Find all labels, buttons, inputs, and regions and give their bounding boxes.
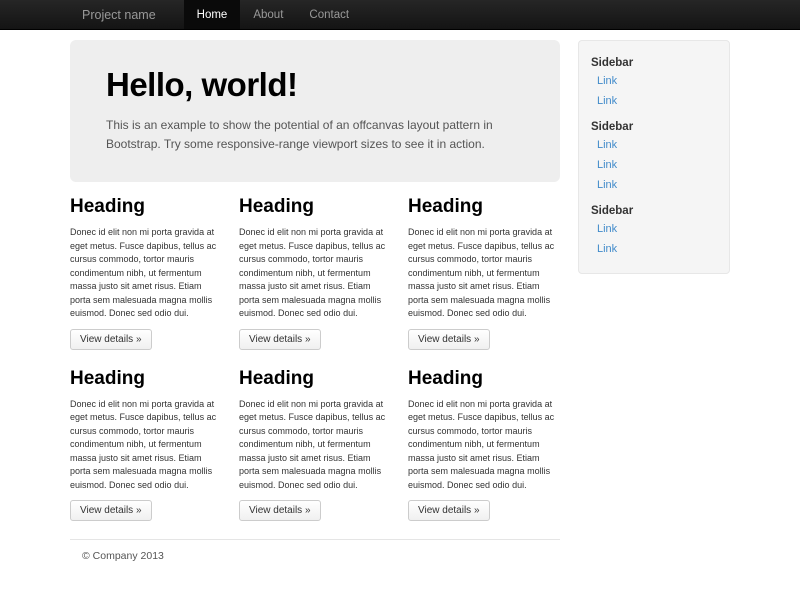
nav-item-home[interactable]: Home <box>184 0 241 29</box>
view-details-button[interactable]: View details » <box>408 329 490 350</box>
jumbotron-title: Hello, world! <box>106 66 524 104</box>
view-details-button[interactable]: View details » <box>239 329 321 350</box>
sidebar-group: Sidebar Link Link Link <box>589 121 719 195</box>
card: Heading Donec id elit non mi porta gravi… <box>70 196 221 350</box>
jumbotron: Hello, world! This is an example to show… <box>70 40 560 182</box>
card-heading: Heading <box>239 196 390 218</box>
card-heading: Heading <box>70 368 221 390</box>
footer-divider <box>70 539 560 540</box>
sidebar-link[interactable]: Link <box>589 71 719 91</box>
view-details-button[interactable]: View details » <box>239 500 321 521</box>
sidebar-group: Sidebar Link Link <box>589 205 719 259</box>
card-heading: Heading <box>70 196 221 218</box>
page-container: Hello, world! This is an example to show… <box>70 40 730 562</box>
card-body: Donec id elit non mi porta gravida at eg… <box>239 398 390 493</box>
main-content: Hello, world! This is an example to show… <box>70 40 560 562</box>
sidebar-link[interactable]: Link <box>589 155 719 175</box>
card-body: Donec id elit non mi porta gravida at eg… <box>239 226 390 321</box>
sidebar-link[interactable]: Link <box>589 219 719 239</box>
cards-row-2: Heading Donec id elit non mi porta gravi… <box>70 368 560 522</box>
footer: © Company 2013 <box>70 539 560 562</box>
view-details-button[interactable]: View details » <box>408 500 490 521</box>
cards-row-1: Heading Donec id elit non mi porta gravi… <box>70 196 560 350</box>
sidebar-link[interactable]: Link <box>589 239 719 259</box>
jumbotron-description: This is an example to show the potential… <box>106 116 524 154</box>
footer-copyright: © Company 2013 <box>70 550 560 562</box>
card-body: Donec id elit non mi porta gravida at eg… <box>408 226 559 321</box>
sidebar-link[interactable]: Link <box>589 135 719 155</box>
sidebar-group-title: Sidebar <box>589 57 719 69</box>
nav-item-about[interactable]: About <box>240 0 296 29</box>
navbar-inner: Project name Home About Contact <box>70 0 730 29</box>
card: Heading Donec id elit non mi porta gravi… <box>70 368 221 522</box>
brand-link[interactable]: Project name <box>70 0 184 29</box>
sidebar-group: Sidebar Link Link <box>589 57 719 111</box>
navbar: Project name Home About Contact <box>0 0 800 30</box>
card-body: Donec id elit non mi porta gravida at eg… <box>70 398 221 493</box>
main-nav: Home About Contact <box>184 0 362 29</box>
sidebar-link[interactable]: Link <box>589 91 719 111</box>
card-body: Donec id elit non mi porta gravida at eg… <box>70 226 221 321</box>
nav-item-contact[interactable]: Contact <box>296 0 362 29</box>
card-heading: Heading <box>408 368 559 390</box>
sidebar-group-title: Sidebar <box>589 121 719 133</box>
card-heading: Heading <box>408 196 559 218</box>
card: Heading Donec id elit non mi porta gravi… <box>408 368 559 522</box>
card: Heading Donec id elit non mi porta gravi… <box>239 368 390 522</box>
content-row: Hello, world! This is an example to show… <box>70 40 730 562</box>
sidebar-group-title: Sidebar <box>589 205 719 217</box>
sidebar: Sidebar Link Link Sidebar Link Link Link… <box>578 40 730 274</box>
card: Heading Donec id elit non mi porta gravi… <box>239 196 390 350</box>
card-body: Donec id elit non mi porta gravida at eg… <box>408 398 559 493</box>
card: Heading Donec id elit non mi porta gravi… <box>408 196 559 350</box>
view-details-button[interactable]: View details » <box>70 500 152 521</box>
sidebar-link[interactable]: Link <box>589 175 719 195</box>
view-details-button[interactable]: View details » <box>70 329 152 350</box>
card-heading: Heading <box>239 368 390 390</box>
